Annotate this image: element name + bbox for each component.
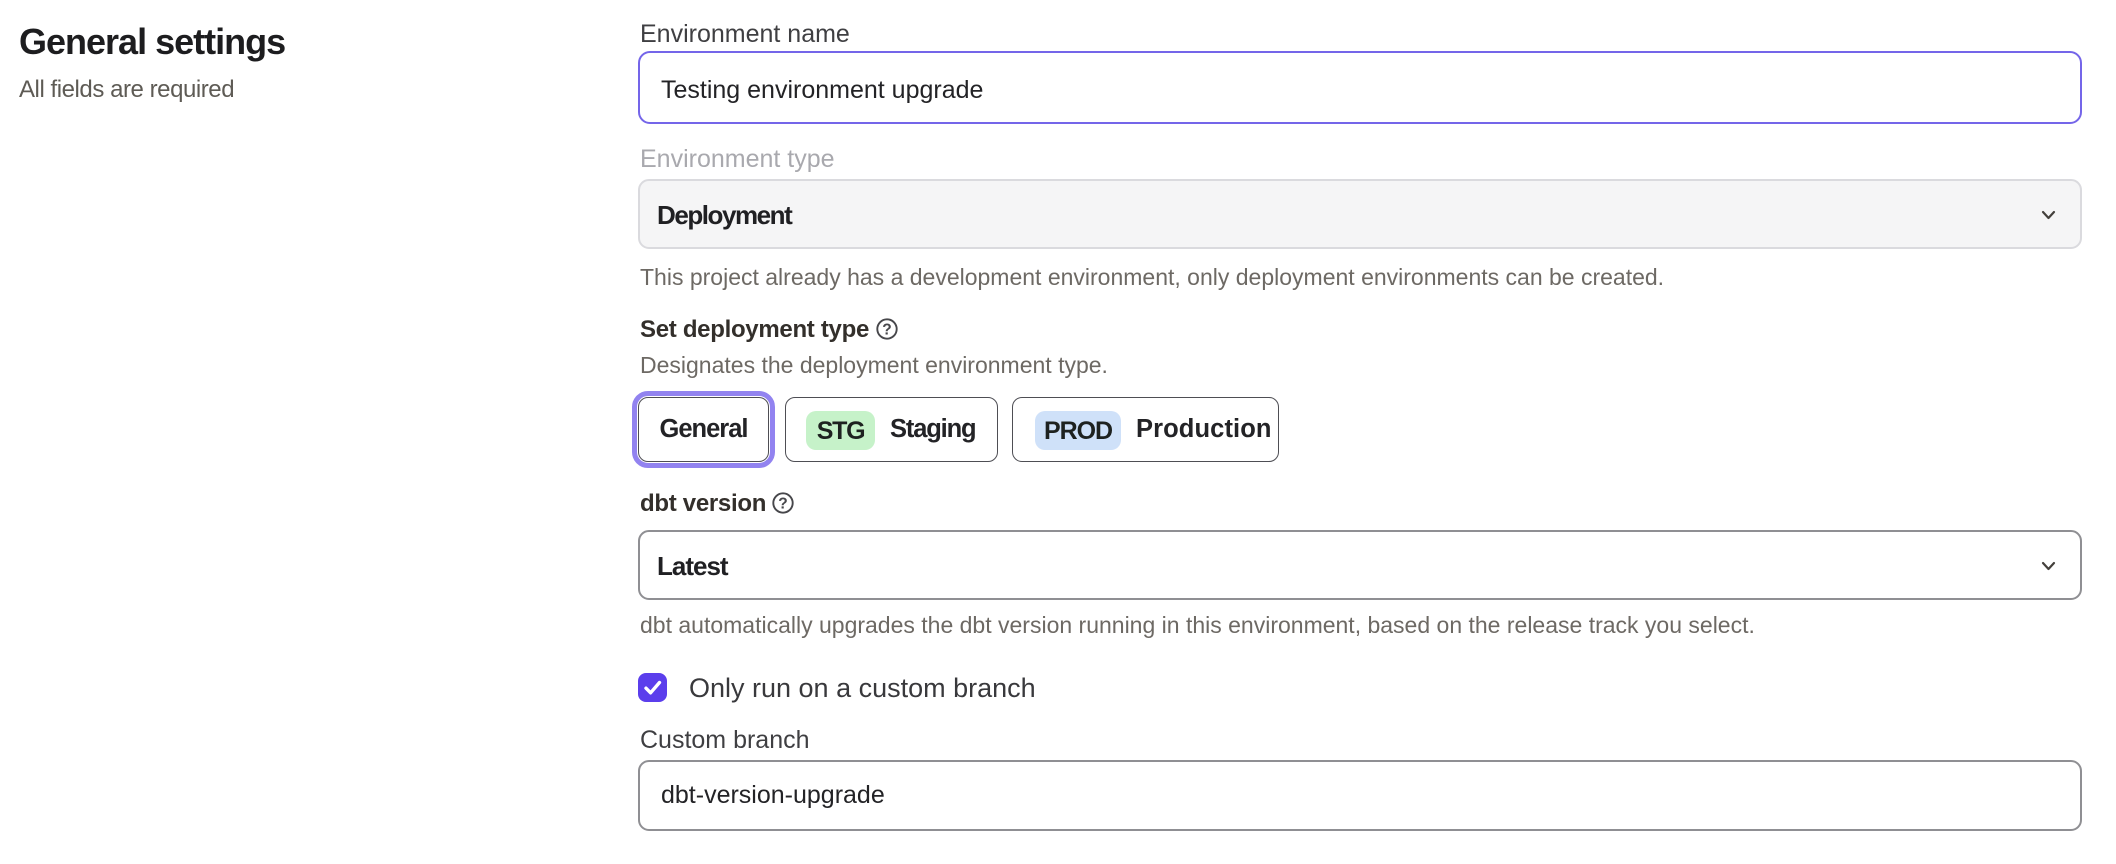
svg-text:?: ? xyxy=(882,321,891,338)
svg-text:?: ? xyxy=(778,495,787,512)
